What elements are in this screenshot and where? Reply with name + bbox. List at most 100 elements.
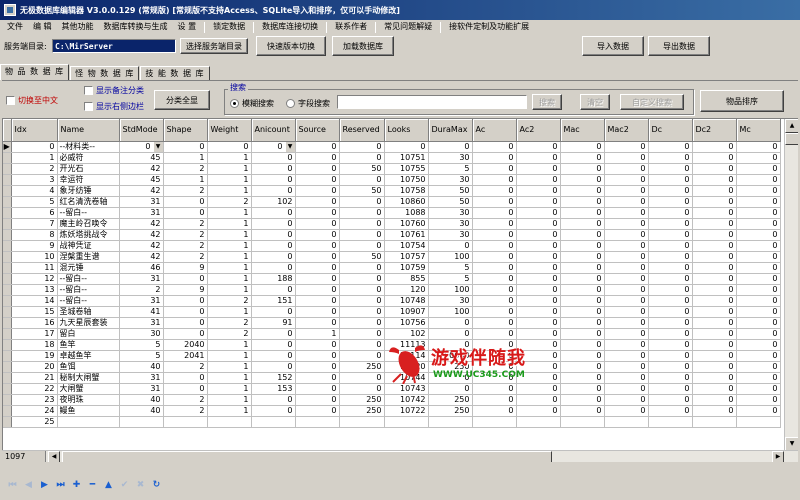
import-button[interactable]: 导入数据 bbox=[582, 36, 644, 56]
grid-cell[interactable]: 0 bbox=[736, 350, 781, 362]
grid-cell[interactable]: 30 bbox=[428, 207, 473, 219]
grid-cell[interactable]: 0 bbox=[339, 152, 385, 164]
grid-cell[interactable]: 0 bbox=[163, 273, 208, 285]
grid-cell[interactable]: 0 bbox=[736, 306, 781, 318]
grid-cell[interactable]: 0 bbox=[339, 229, 385, 241]
grid-cell[interactable]: 0 bbox=[604, 141, 649, 153]
grid-cell[interactable]: 1 bbox=[207, 262, 252, 274]
table-row[interactable]: 23 夜明珠 40 2 1 0 0 250 10742 250 0 0 0 0 0 0 0 bbox=[3, 394, 781, 406]
grid-cell[interactable]: 0 bbox=[736, 284, 781, 296]
grid-cell[interactable]: 0 bbox=[604, 262, 649, 274]
grid-cell[interactable]: 14 bbox=[11, 295, 58, 307]
grid-cell[interactable]: 0 bbox=[736, 185, 781, 197]
grid-cell[interactable]: 0 bbox=[339, 196, 385, 208]
grid-cell[interactable]: 0 bbox=[384, 141, 429, 153]
table-row[interactable]: 24 鳗鱼 40 2 1 0 0 250 10722 250 0 0 0 0 0 0 0 bbox=[3, 405, 781, 417]
grid-cell[interactable]: --留白-- bbox=[57, 284, 120, 296]
grid-cell[interactable]: 0 bbox=[692, 284, 737, 296]
grid-cell[interactable]: 0 bbox=[648, 152, 693, 164]
grid-cell[interactable]: 0 bbox=[692, 339, 737, 351]
grid-cell[interactable]: 2 bbox=[163, 229, 208, 241]
grid-cell[interactable]: 1088 bbox=[384, 207, 429, 219]
grid-cell[interactable]: 0 bbox=[736, 372, 781, 384]
grid-cell[interactable]: 0 bbox=[472, 306, 517, 318]
grid-cell[interactable]: 2 bbox=[163, 185, 208, 197]
grid-cell[interactable]: 0 bbox=[692, 306, 737, 318]
column-header[interactable]: Name bbox=[57, 119, 120, 142]
grid-cell[interactable]: 0 bbox=[516, 185, 561, 197]
grid-cell[interactable]: 1 bbox=[207, 207, 252, 219]
grid-cell[interactable]: 9 bbox=[11, 240, 58, 252]
grid-cell[interactable]: 152 bbox=[251, 372, 296, 384]
grid-cell[interactable]: 9 bbox=[163, 262, 208, 274]
column-header[interactable]: Anicount bbox=[251, 119, 296, 142]
grid-cell[interactable]: 11114 bbox=[384, 350, 429, 362]
table-row[interactable]: 3 幸运符 45 1 1 0 0 0 10750 30 0 0 0 0 0 0 0 bbox=[3, 174, 781, 186]
grid-cell[interactable]: 23 bbox=[11, 394, 58, 406]
grid-cell[interactable]: 0 bbox=[560, 174, 605, 186]
grid-cell[interactable] bbox=[119, 416, 164, 428]
grid-cell[interactable]: 2 bbox=[207, 295, 252, 307]
grid-cell[interactable]: 0 bbox=[472, 141, 517, 153]
grid-cell[interactable]: 1 bbox=[207, 383, 252, 395]
grid-cell[interactable]: 0 bbox=[251, 163, 296, 175]
grid-cell[interactable]: 0 bbox=[516, 174, 561, 186]
grid-cell[interactable]: 3 bbox=[11, 174, 58, 186]
nav-edit-icon[interactable]: ▲ bbox=[102, 478, 115, 491]
grid-cell[interactable]: 31 bbox=[119, 372, 164, 384]
grid-cell[interactable]: 4 bbox=[11, 185, 58, 197]
grid-cell[interactable] bbox=[163, 416, 208, 428]
grid-cell[interactable]: 0 bbox=[472, 361, 517, 373]
grid-cell[interactable]: 0 bbox=[472, 152, 517, 164]
grid-cell[interactable]: 0 bbox=[648, 350, 693, 362]
grid-cell[interactable]: 0 bbox=[472, 163, 517, 175]
grid-cell[interactable]: 250 bbox=[339, 361, 385, 373]
grid-cell[interactable]: 混元锤 bbox=[57, 262, 120, 274]
grid-cell[interactable]: 19 bbox=[11, 350, 58, 362]
grid-cell[interactable]: 0 bbox=[560, 141, 605, 153]
grid-cell[interactable]: 0 bbox=[516, 317, 561, 329]
grid-cell[interactable]: 42 bbox=[119, 163, 164, 175]
grid-cell[interactable]: 0 bbox=[428, 141, 473, 153]
grid-cell[interactable]: 0 bbox=[648, 394, 693, 406]
grid-cell[interactable]: 0 bbox=[163, 383, 208, 395]
grid-cell[interactable]: 1 bbox=[207, 185, 252, 197]
grid-cell[interactable]: 10757 bbox=[384, 251, 429, 263]
nav-first-icon[interactable]: ⏮ bbox=[6, 478, 19, 491]
grid-cell[interactable]: 0 bbox=[560, 196, 605, 208]
search-button[interactable]: 搜索 bbox=[532, 94, 562, 110]
grid-cell[interactable]: --留白-- bbox=[57, 295, 120, 307]
grid-cell[interactable] bbox=[648, 416, 693, 428]
grid-cell[interactable] bbox=[428, 416, 473, 428]
grid-cell[interactable]: 42 bbox=[119, 185, 164, 197]
column-header[interactable]: Source bbox=[295, 119, 340, 142]
grid-cell[interactable]: 0 bbox=[295, 218, 340, 230]
grid-cell[interactable]: 60000 bbox=[428, 350, 473, 362]
grid-cell[interactable]: 0 bbox=[736, 229, 781, 241]
grid-cell[interactable]: 0 bbox=[472, 251, 517, 263]
grid-cell[interactable]: 0 bbox=[516, 339, 561, 351]
grid-cell[interactable]: 0 bbox=[472, 185, 517, 197]
grid-cell[interactable]: 30 bbox=[428, 152, 473, 164]
grid-cell[interactable]: 0 bbox=[295, 152, 340, 164]
grid-cell[interactable]: 0 bbox=[472, 207, 517, 219]
grid-cell[interactable]: 0 bbox=[295, 350, 340, 362]
grid-cell[interactable]: 0 bbox=[295, 174, 340, 186]
grid-cell[interactable]: 0 bbox=[736, 317, 781, 329]
table-row[interactable]: 10 涅槃重生谱 42 2 1 0 0 50 10757 100 0 0 0 0 0 0 0 bbox=[3, 251, 781, 263]
grid-cell[interactable]: 0 bbox=[516, 372, 561, 384]
grid-cell[interactable]: 0 bbox=[648, 229, 693, 241]
grid-cell[interactable]: 24 bbox=[11, 405, 58, 417]
grid-cell[interactable]: 0 bbox=[648, 163, 693, 175]
menu-file[interactable]: 文件 bbox=[2, 20, 28, 34]
grid-cell[interactable]: 2 bbox=[11, 163, 58, 175]
grid-cell[interactable]: 圣城卷轴 bbox=[57, 306, 120, 318]
grid-cell[interactable]: 0 bbox=[692, 262, 737, 274]
grid-cell[interactable]: 0 bbox=[560, 218, 605, 230]
grid-cell[interactable]: 0 bbox=[560, 273, 605, 285]
grid-cell[interactable]: 0 bbox=[560, 350, 605, 362]
quick-switch-button[interactable]: 快速版本切换 bbox=[256, 36, 326, 56]
grid-cell[interactable]: 0 bbox=[251, 240, 296, 252]
grid-cell[interactable]: 0 bbox=[428, 328, 473, 340]
grid-cell[interactable]: 0 bbox=[516, 350, 561, 362]
